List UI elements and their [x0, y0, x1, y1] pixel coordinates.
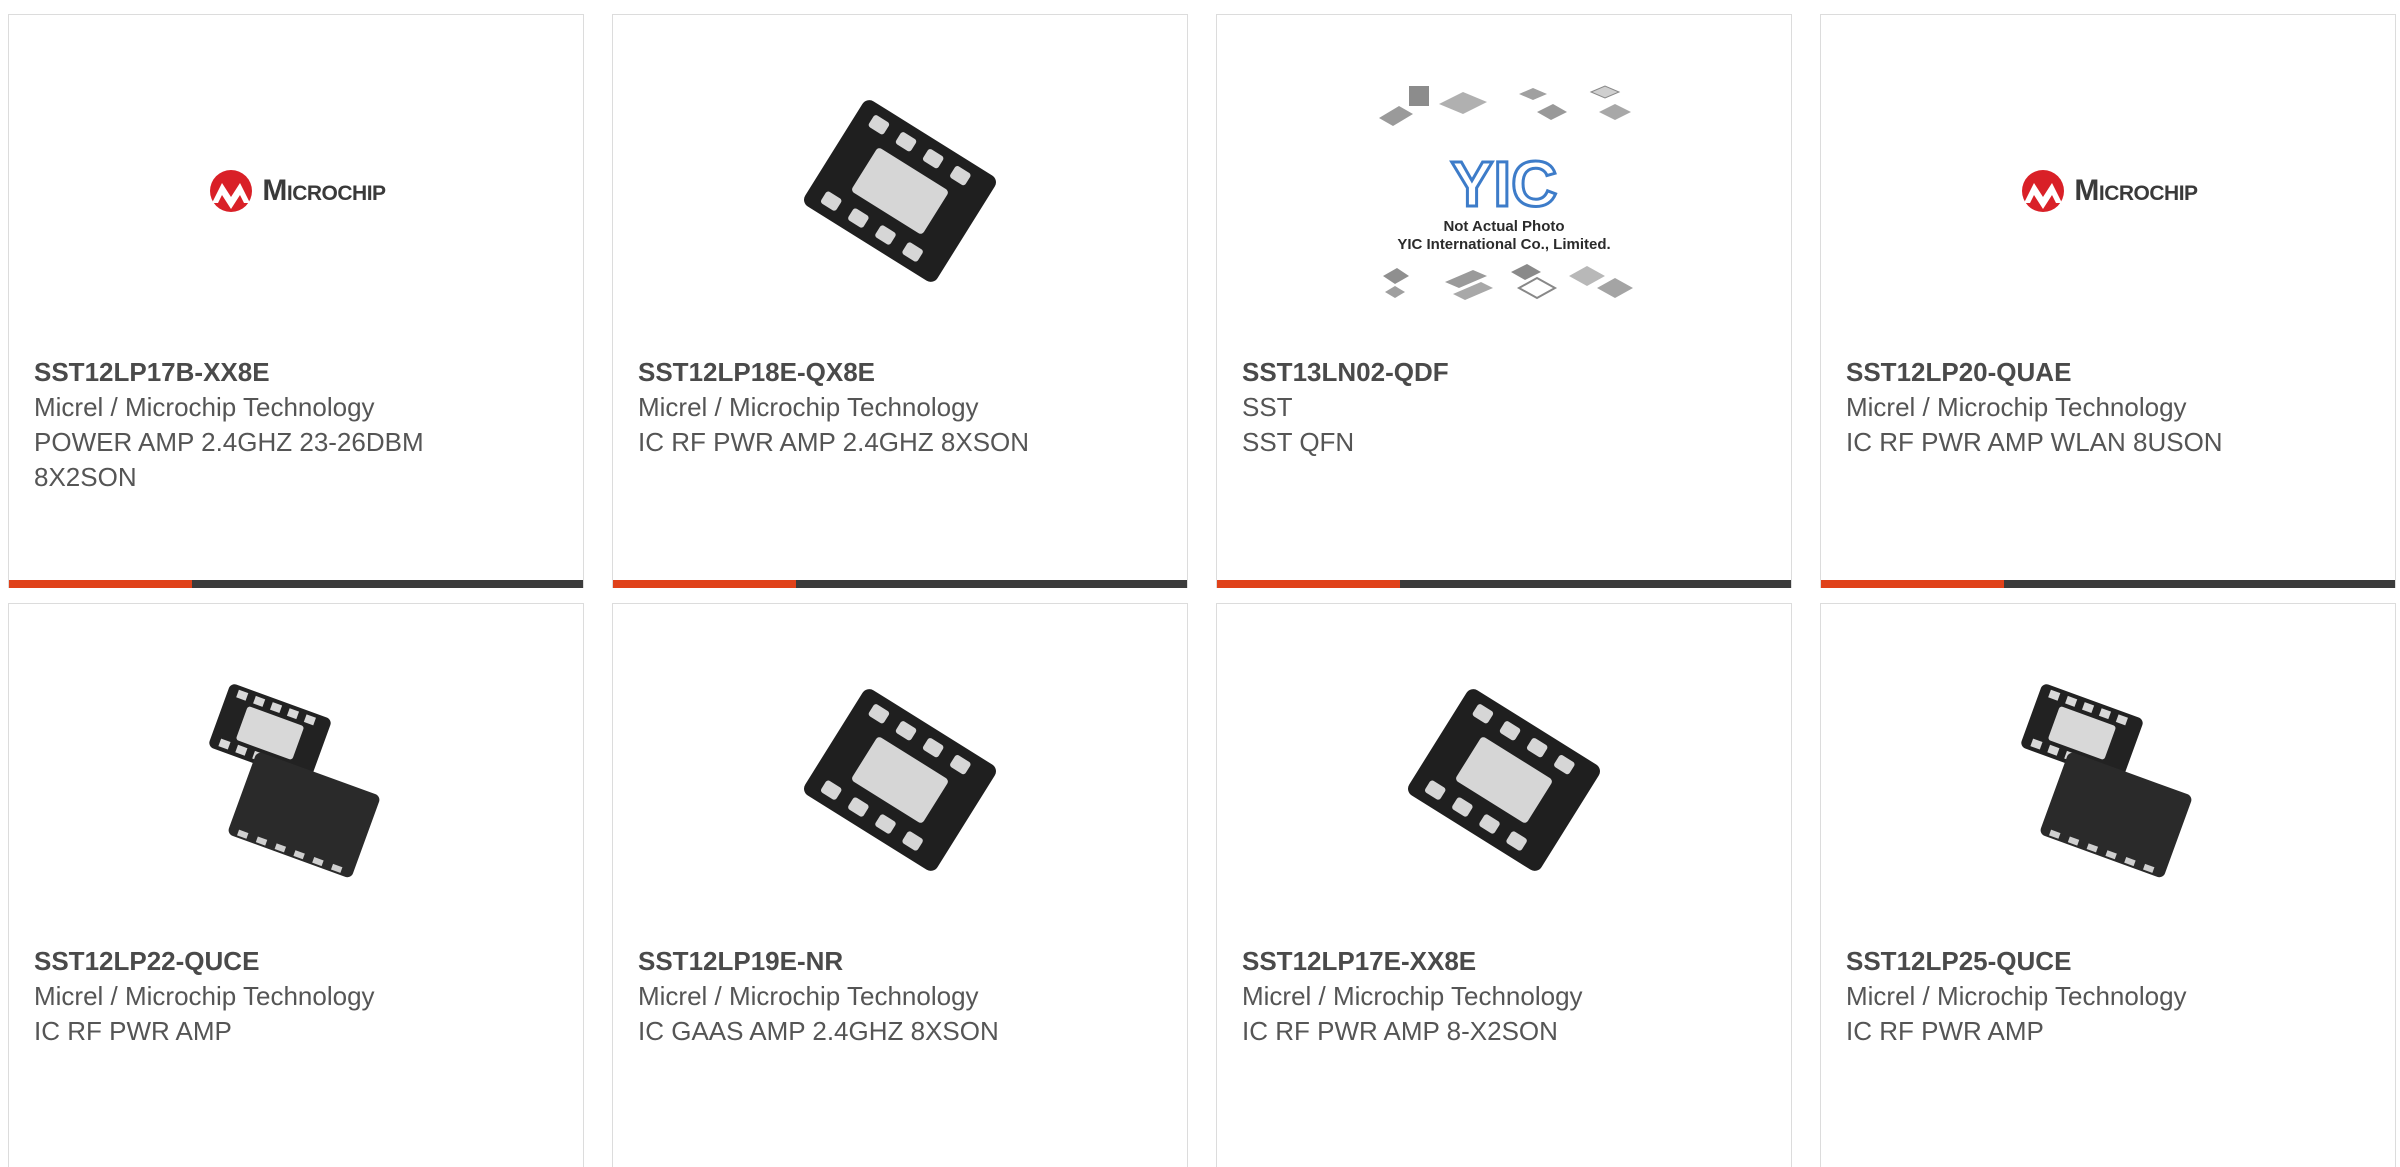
card-bottom-bar — [1821, 580, 2395, 588]
product-image[interactable] — [1821, 644, 2395, 916]
product-card[interactable]: Microchip SST12LP17B-XX8E Micrel / Micro… — [8, 14, 584, 588]
manufacturer-label: Micrel / Microchip Technology — [1846, 392, 2187, 422]
product-image[interactable] — [613, 55, 1187, 327]
son8-chip-icon — [1408, 689, 1600, 871]
description-label: IC RF PWR AMP 8-X2SON — [1242, 1016, 1558, 1046]
qfn16-chip-icon — [2021, 684, 2192, 878]
description-label: POWER AMP 2.4GHZ 23-26DBM 8X2SON — [34, 427, 424, 492]
microchip-logo-icon: Microchip — [2018, 169, 2198, 213]
caption-text: YIC International Co., Limited. — [1397, 236, 1611, 253]
part-number-link[interactable]: SST12LP25-QUCE — [1846, 944, 2266, 979]
manufacturer-label: Micrel / Microchip Technology — [34, 392, 375, 422]
product-grid: Microchip SST12LP17B-XX8E Micrel / Micro… — [0, 0, 2400, 1167]
microchip-logo-icon: Microchip — [206, 169, 386, 213]
product-card[interactable]: SST12LP17E-XX8E Micrel / Microchip Techn… — [1216, 603, 1792, 1167]
manufacturer-label: Micrel / Microchip Technology — [638, 981, 979, 1011]
product-image[interactable]: YIC Not Actual Photo YIC International C… — [1217, 55, 1791, 327]
qfn16-chip-icon — [209, 684, 380, 878]
product-card[interactable]: SST12LP22-QUCE Micrel / Microchip Techno… — [8, 603, 584, 1167]
manufacturer-label: SST — [1242, 392, 1293, 422]
manufacturer-label: Micrel / Microchip Technology — [1242, 981, 1583, 1011]
card-bottom-bar — [9, 580, 583, 588]
product-image[interactable] — [613, 644, 1187, 916]
svg-text:YIC: YIC — [1451, 148, 1558, 218]
description-label: IC RF PWR AMP WLAN 8USON — [1846, 427, 2223, 457]
part-number-link[interactable]: SST12LP20-QUAE — [1846, 355, 2266, 390]
manufacturer-label: Micrel / Microchip Technology — [1846, 981, 2187, 1011]
description-label: IC RF PWR AMP — [34, 1016, 232, 1046]
card-bottom-bar — [1217, 580, 1791, 588]
product-card[interactable]: SST12LP25-QUCE Micrel / Microchip Techno… — [1820, 603, 2396, 1167]
manufacturer-label: Micrel / Microchip Technology — [638, 392, 979, 422]
son8-chip-icon — [804, 689, 996, 871]
product-card[interactable]: SST12LP18E-QX8E Micrel / Microchip Techn… — [612, 14, 1188, 588]
part-number-link[interactable]: SST12LP18E-QX8E — [638, 355, 1058, 390]
product-image[interactable]: Microchip — [1821, 55, 2395, 327]
part-number-link[interactable]: SST12LP17E-XX8E — [1242, 944, 1662, 979]
description-label: SST QFN — [1242, 427, 1355, 457]
son8-chip-icon — [804, 100, 996, 282]
product-card[interactable]: YIC Not Actual Photo YIC International C… — [1216, 14, 1792, 588]
description-label: IC GAAS AMP 2.4GHZ 8XSON — [638, 1016, 999, 1046]
yic-placeholder-icon: YIC Not Actual Photo YIC International C… — [1369, 78, 1639, 304]
part-number-link[interactable]: SST12LP22-QUCE — [34, 944, 454, 979]
part-number-link[interactable]: SST13LN02-QDF — [1242, 355, 1662, 390]
product-image[interactable]: Microchip — [9, 55, 583, 327]
caption-text: Not Actual Photo — [1443, 218, 1565, 235]
part-number-link[interactable]: SST12LP17B-XX8E — [34, 355, 454, 390]
manufacturer-label: Micrel / Microchip Technology — [34, 981, 375, 1011]
part-number-link[interactable]: SST12LP19E-NR — [638, 944, 1058, 979]
card-bottom-bar — [613, 580, 1187, 588]
product-card[interactable]: SST12LP19E-NR Micrel / Microchip Technol… — [612, 603, 1188, 1167]
product-image[interactable] — [1217, 644, 1791, 916]
product-image[interactable] — [9, 644, 583, 916]
description-label: IC RF PWR AMP 2.4GHZ 8XSON — [638, 427, 1030, 457]
product-card[interactable]: Microchip SST12LP20-QUAE Micrel / Microc… — [1820, 14, 2396, 588]
description-label: IC RF PWR AMP — [1846, 1016, 2044, 1046]
